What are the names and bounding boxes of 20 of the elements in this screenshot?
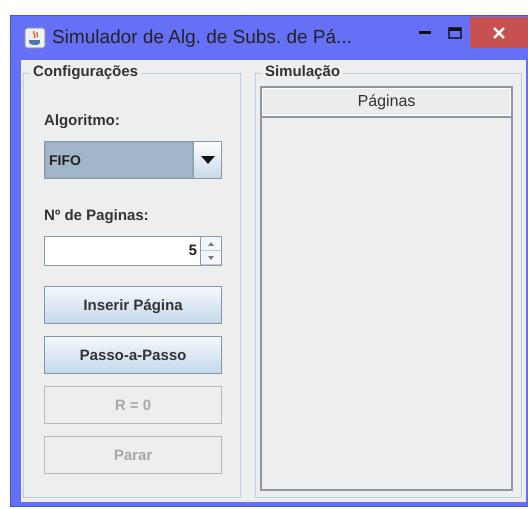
field-label: Nº de Paginas: [44,207,150,224]
decrement-button[interactable] [201,251,221,265]
window-title: Simulador de Alg. de Subs. de Pá... [52,27,352,49]
algorithm-dropdown[interactable]: FIFO [44,141,222,179]
field-label: Algoritmo: [44,112,121,129]
minimize-icon [419,30,431,34]
group-title: Configurações [30,63,142,80]
increment-button[interactable] [201,237,221,251]
action-button[interactable]: Inserir Página [44,286,222,324]
caret-icon [200,156,214,164]
down-arrow-icon [208,256,214,260]
column-header[interactable]: Páginas [262,88,511,116]
maximize-icon [448,26,462,38]
group-title: Simulação [262,63,344,80]
action-button[interactable]: Passo-a-Passo [44,336,222,374]
page-count-spinner[interactable]: 5 [44,236,222,266]
close-button[interactable] [470,17,528,48]
close-icon [492,26,506,40]
up-arrow-icon [208,242,214,246]
java-cup-icon [24,27,46,49]
